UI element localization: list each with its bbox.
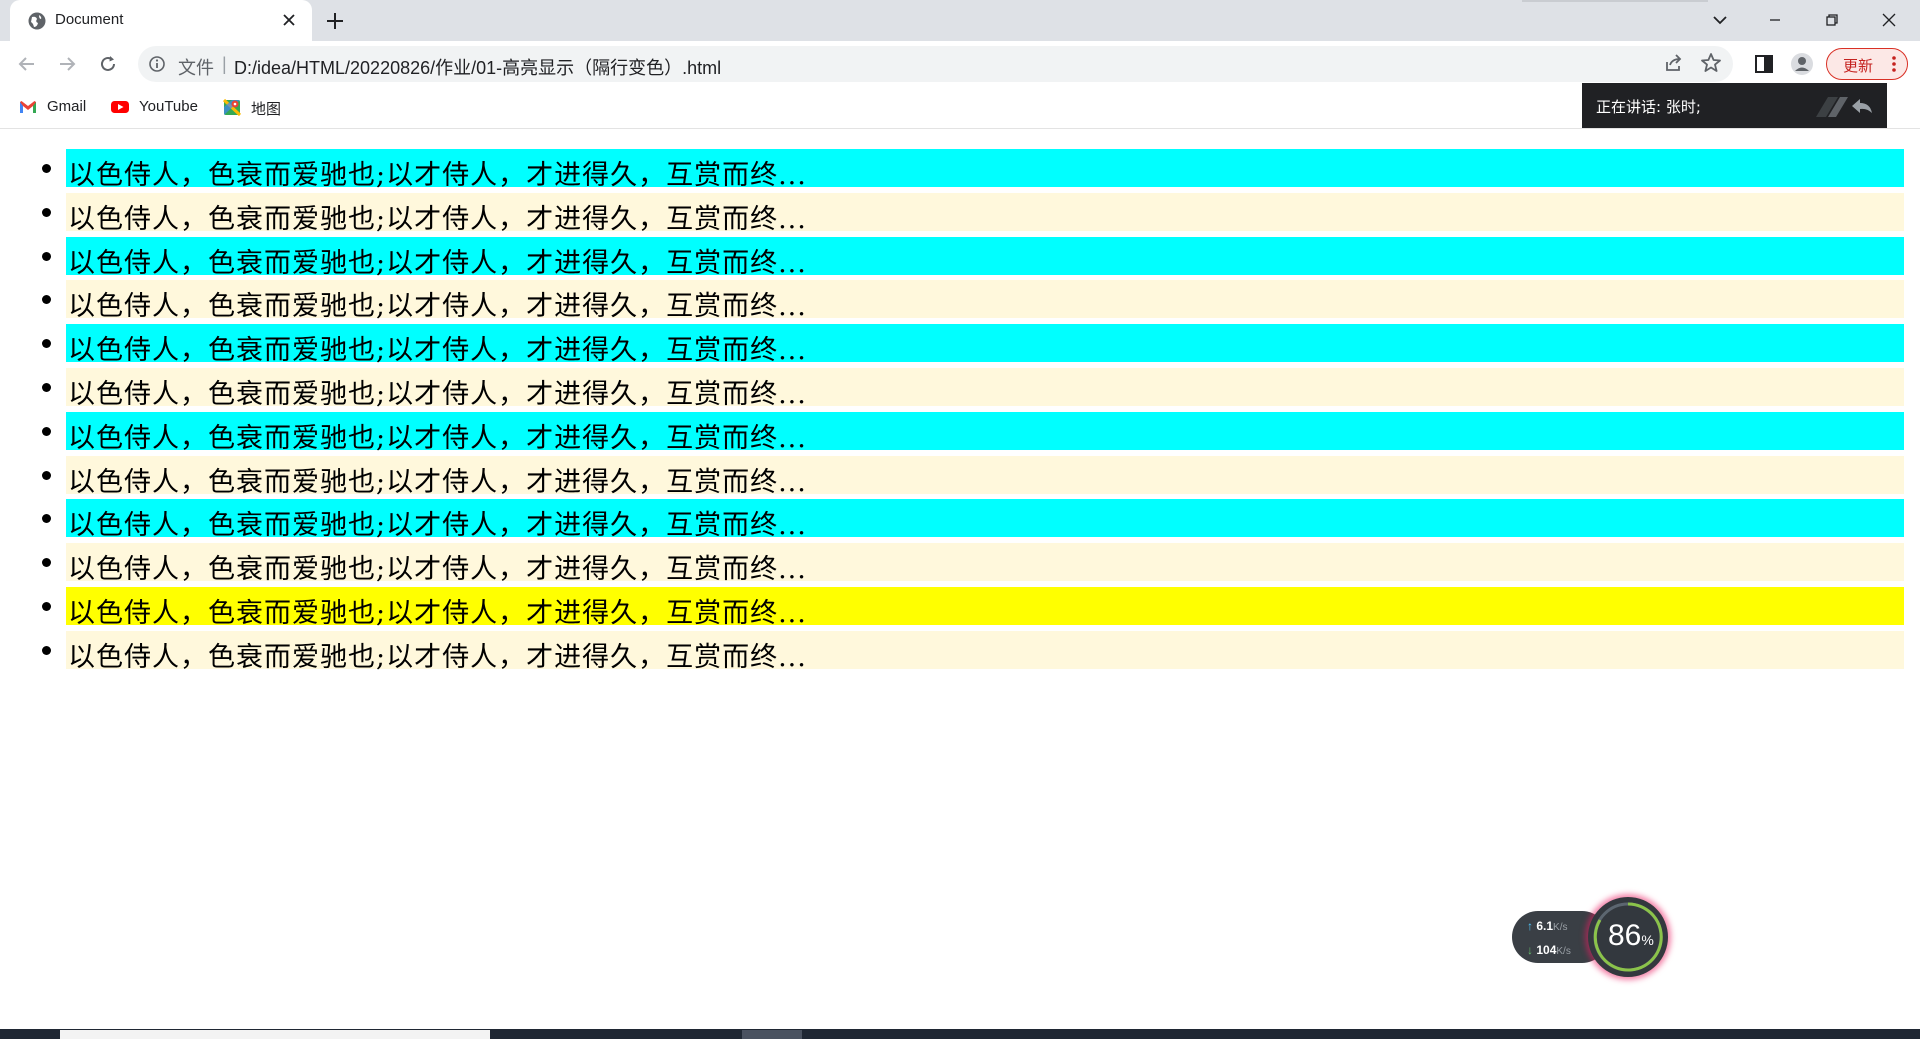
bookmark-gmail-label: Gmail <box>47 98 87 115</box>
tab-title: Document <box>55 11 124 28</box>
minimize-icon[interactable] <box>1763 8 1787 32</box>
speaking-text: 正在讲话: 张时; <box>1596 98 1701 116</box>
bullet-icon <box>42 382 51 392</box>
list-item: 以色侍人，色衰而爱驰也;以才侍人，才进得久，互赏而终... <box>0 543 1920 585</box>
download-arrow-icon: ↓ <box>1527 943 1533 957</box>
poem-list: 以色侍人，色衰而爱驰也;以才侍人，才进得久，互赏而终... 以色侍人，色衰而爱驰也… <box>0 149 1920 675</box>
list-item-text: 以色侍人，色衰而爱驰也;以才侍人，才进得久，互赏而终... <box>68 554 807 586</box>
list-item-text: 以色侍人，色衰而爱驰也;以才侍人，才进得久，互赏而终... <box>68 641 807 673</box>
info-icon[interactable] <box>148 55 166 73</box>
tab-document[interactable]: Document <box>10 0 312 41</box>
reload-icon[interactable] <box>96 52 120 76</box>
maps-icon <box>222 98 242 117</box>
address-bar[interactable]: 文件 | D:/idea/HTML/20220826/作业/01-高亮显示（隔行… <box>138 46 1733 82</box>
list-item: 以色侍人，色衰而爱驰也;以才侍人，才进得久，互赏而终... <box>0 630 1920 673</box>
list-item: 以色侍人，色衰而爱驰也;以才侍人，才进得久，互赏而终... <box>0 192 1920 235</box>
bullet-icon <box>42 339 51 349</box>
list-item-text: 以色侍人，色衰而爱驰也;以才侍人，才进得久，互赏而终... <box>68 335 807 367</box>
download-speed-unit: K/s <box>1556 946 1571 957</box>
profile-icon[interactable] <box>1790 52 1814 76</box>
bullet-icon <box>42 514 51 524</box>
reply-icon[interactable] <box>1814 93 1876 119</box>
list-item-text: 以色侍人，色衰而爱驰也;以才侍人，才进得久，互赏而终... <box>68 247 807 279</box>
bookmark-youtube-label: YouTube <box>139 98 198 115</box>
bookmark-maps-label: 地图 <box>251 101 282 118</box>
bullet-icon <box>42 207 51 217</box>
list-item: 以色侍人，色衰而爱驰也;以才侍人，才进得久，互赏而终... <box>0 411 1920 454</box>
close-icon[interactable] <box>281 12 297 28</box>
forward-icon[interactable] <box>55 52 79 76</box>
tab-search-chevron-icon[interactable] <box>1708 8 1732 32</box>
upload-arrow-icon: ↑ <box>1527 919 1533 933</box>
bookmark-youtube[interactable]: YouTube <box>110 96 210 118</box>
usage-percent-value: 86 <box>1608 919 1642 952</box>
more-menu-icon[interactable] <box>1885 54 1903 74</box>
restore-icon[interactable] <box>1820 8 1844 32</box>
download-speed: ↓ 104K/s <box>1527 943 1571 957</box>
update-button[interactable]: 更新 <box>1826 48 1908 80</box>
window-edge-shadow <box>1522 0 1708 2</box>
usage-percent-unit: % <box>1641 932 1654 948</box>
gmail-icon <box>20 101 36 113</box>
list-item: 以色侍人，色衰而爱驰也;以才侍人，才进得久，互赏而终... <box>0 367 1920 410</box>
list-item-text: 以色侍人，色衰而爱驰也;以才侍人，才进得久，互赏而终... <box>68 203 807 235</box>
list-item-text: 以色侍人，色衰而爱驰也;以才侍人，才进得久，互赏而终... <box>68 510 807 542</box>
list-item: 以色侍人，色衰而爱驰也;以才侍人，才进得久，互赏而终... <box>0 324 1920 366</box>
upload-speed-unit: K/s <box>1553 922 1568 933</box>
upload-speed-value: 6.1 <box>1536 919 1554 933</box>
window-close-icon[interactable] <box>1877 8 1901 32</box>
scheme-separator: | <box>222 54 227 74</box>
bullet-icon <box>42 601 51 611</box>
url-text[interactable]: D:/idea/HTML/20220826/作业/01-高亮显示（隔行变色）.h… <box>234 54 721 80</box>
youtube-icon <box>111 101 129 113</box>
share-icon[interactable] <box>1662 51 1686 75</box>
taskbar <box>0 1029 1920 1039</box>
list-item: 以色侍人，色衰而爱驰也;以才侍人，才进得久，互赏而终... <box>0 280 1920 322</box>
usage-percent: 86% <box>1608 919 1654 953</box>
bullet-icon <box>42 558 51 568</box>
taskbar-active-window[interactable] <box>60 1030 490 1039</box>
taskbar-app[interactable] <box>742 1030 802 1039</box>
list-item-text: 以色侍人，色衰而爱驰也;以才侍人，才进得久，互赏而终... <box>68 466 807 498</box>
side-panel-icon[interactable] <box>1752 52 1776 76</box>
list-item-text: 以色侍人，色衰而爱驰也;以才侍人，才进得久，互赏而终... <box>68 160 807 191</box>
list-item: 以色侍人，色衰而爱驰也;以才侍人，才进得久，互赏而终... <box>0 455 1920 498</box>
download-speed-value: 104 <box>1536 943 1557 957</box>
scheme-label: 文件 <box>178 58 214 78</box>
back-icon[interactable] <box>15 52 39 76</box>
list-item-text: 以色侍人，色衰而爱驰也;以才侍人，才进得久，互赏而终... <box>68 291 807 323</box>
new-tab-icon[interactable] <box>325 11 345 31</box>
bullet-icon <box>42 295 51 305</box>
bookmark-gmail[interactable]: Gmail <box>18 96 98 118</box>
bookmark-star-icon[interactable] <box>1699 51 1723 75</box>
bullet-icon <box>42 251 51 261</box>
list-item-text: 以色侍人，色衰而爱驰也;以才侍人，才进得久，互赏而终... <box>68 597 807 629</box>
bullet-icon <box>42 164 51 173</box>
globe-icon <box>28 12 46 30</box>
bullet-icon <box>42 470 51 480</box>
speaking-overlay: 正在讲话: 张时; <box>1582 83 1887 128</box>
list-item: 以色侍人，色衰而爱驰也;以才侍人，才进得久，互赏而终... <box>0 149 1920 191</box>
bookmark-maps[interactable]: 地图 <box>222 96 292 118</box>
list-item: 以色侍人，色衰而爱驰也;以才侍人，才进得久，互赏而终... <box>0 236 1920 279</box>
upload-speed: ↑ 6.1K/s <box>1527 919 1567 933</box>
bullet-icon <box>42 426 51 436</box>
update-button-label: 更新 <box>1843 57 1874 75</box>
tab-strip: Document <box>0 0 1920 41</box>
list-item-text: 以色侍人，色衰而爱驰也;以才侍人，才进得久，互赏而终... <box>68 422 807 454</box>
net-speed-widget[interactable]: ↑ 6.1K/s ↓ 104K/s 86% <box>1512 897 1668 981</box>
list-item: 以色侍人，色衰而爱驰也;以才侍人，才进得久，互赏而终... <box>0 499 1920 541</box>
list-item-text: 以色侍人，色衰而爱驰也;以才侍人，才进得久，互赏而终... <box>68 378 807 410</box>
bullet-icon <box>42 645 51 655</box>
page-content: 以色侍人，色衰而爱驰也;以才侍人，才进得久，互赏而终... 以色侍人，色衰而爱驰也… <box>0 129 1920 1029</box>
toolbar: 文件 | D:/idea/HTML/20220826/作业/01-高亮显示（隔行… <box>0 41 1920 87</box>
list-item: 以色侍人，色衰而爱驰也;以才侍人，才进得久，互赏而终... <box>0 586 1920 629</box>
